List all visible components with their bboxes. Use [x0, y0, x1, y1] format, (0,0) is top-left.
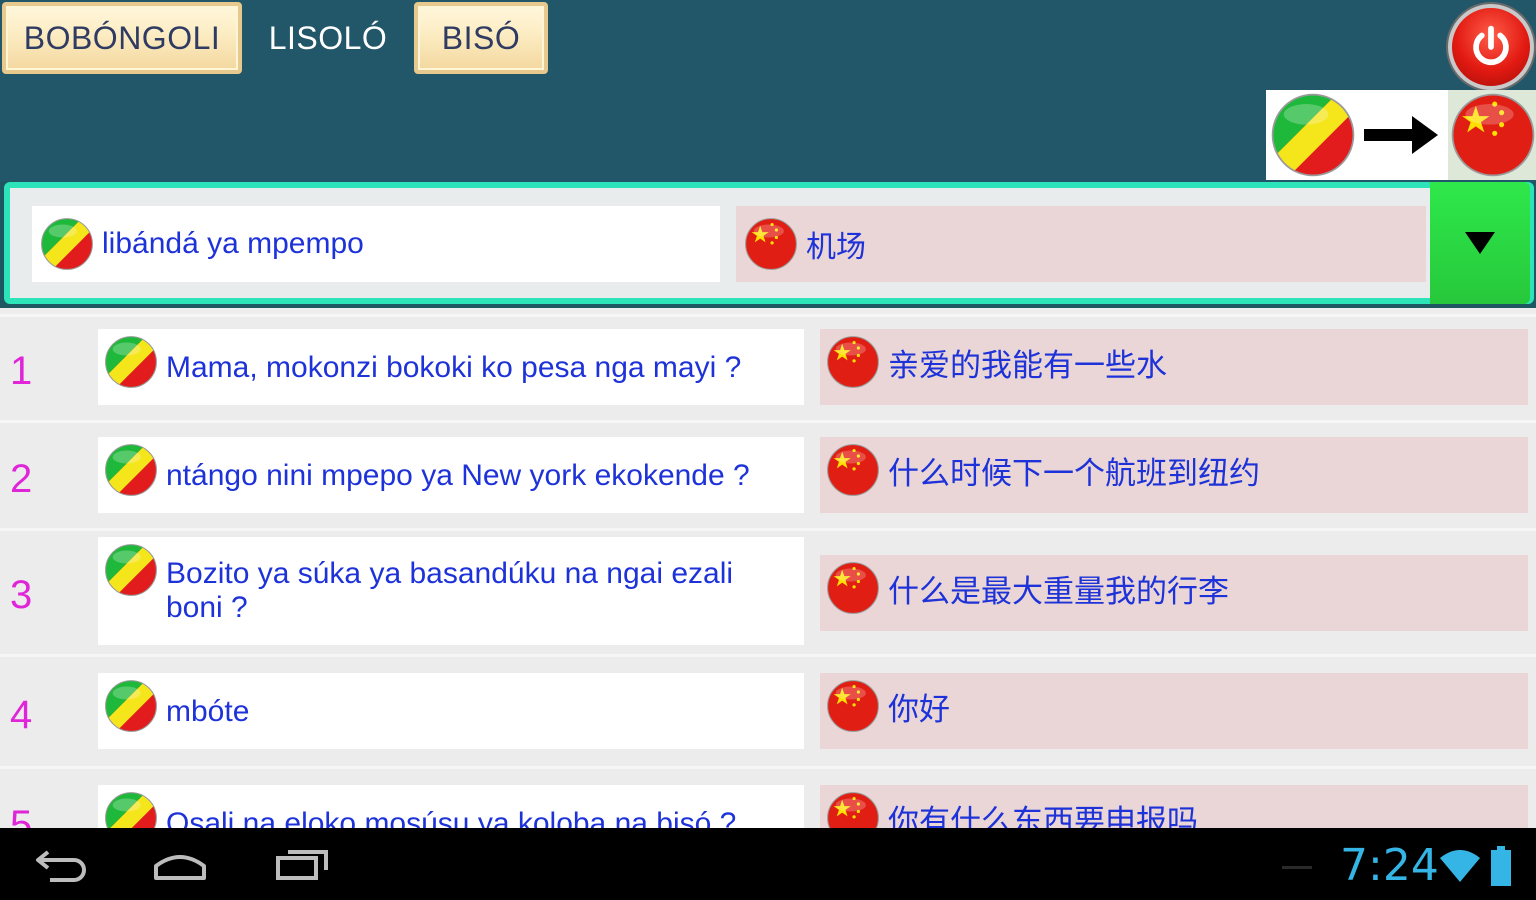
china-flag-icon — [826, 561, 880, 615]
china-flag-icon — [826, 335, 880, 389]
china-flag-icon — [1450, 92, 1536, 178]
divider — [1282, 866, 1312, 869]
phrase-number: 4 — [10, 693, 33, 737]
congo-flag-icon — [104, 679, 158, 733]
category-source-text: libándá ya mpempo — [102, 227, 364, 260]
home-icon[interactable] — [150, 844, 210, 884]
phrase-lingala[interactable]: Bozito ya súka ya basandúku na ngai ezal… — [98, 537, 804, 645]
category-target-text: 机场 — [806, 231, 866, 264]
list-item[interactable]: 2 ntángo nini mpepo ya New york ekokende… — [0, 420, 1536, 528]
tab-biso[interactable]: BISÓ — [414, 2, 548, 74]
phrase-list[interactable]: 1 Mama, mokonzi bokoki ko pesa nga mayi … — [0, 308, 1536, 828]
category-source: libándá ya mpempo — [32, 206, 720, 282]
app-header: BOBÓNGOLI LISOLÓ BISÓ — [0, 0, 1536, 182]
phrase-lingala[interactable]: Mama, mokonzi bokoki ko pesa nga mayi ? — [98, 329, 804, 405]
congo-flag-icon — [104, 443, 158, 497]
arrow-right-icon — [1364, 116, 1438, 154]
phrase-number: 1 — [10, 349, 33, 393]
phrase-lingala[interactable]: Osali na eloko mosúsu ya koloba na bisó … — [98, 785, 804, 828]
phrase-number: 5 — [10, 803, 33, 828]
category-selector[interactable]: libándá ya mpempo 机场 — [4, 182, 1534, 304]
phrase-lingala[interactable]: mbóte — [98, 673, 804, 749]
battery-icon — [1491, 846, 1511, 886]
congo-flag-icon — [40, 217, 94, 271]
china-flag-icon — [744, 217, 798, 271]
tab-label: LISOLÓ — [268, 19, 388, 56]
congo-flag-icon — [104, 335, 158, 389]
phrase-lingala[interactable]: ntángo nini mpepo ya New york ekokende ? — [98, 437, 804, 513]
phrase-lingala-text: Bozito ya súka ya basandúku na ngai ezal… — [166, 557, 734, 624]
target-language-flag — [1448, 90, 1536, 180]
phrase-chinese[interactable]: 亲爱的我能有一些水 — [820, 329, 1528, 405]
congo-flag-icon — [1270, 92, 1356, 178]
tab-lisolo[interactable]: LISOLÓ — [248, 2, 408, 74]
phrase-number: 2 — [10, 457, 33, 501]
language-direction-toggle[interactable] — [1266, 90, 1536, 180]
list-item[interactable]: 4 mbóte 你好 — [0, 654, 1536, 766]
phrase-chinese-text: 你有什么东西要申报吗 — [888, 804, 1198, 829]
phrase-chinese[interactable]: 你好 — [820, 673, 1528, 749]
tab-bobongoli[interactable]: BOBÓNGOLI — [2, 2, 242, 74]
phrase-chinese-text: 你好 — [888, 692, 950, 727]
phrase-number: 3 — [10, 573, 33, 617]
system-nav-bar: 7:24 — [0, 828, 1536, 900]
dropdown-button[interactable] — [1430, 182, 1530, 304]
phrase-lingala-text: Osali na eloko mosúsu ya koloba na bisó … — [166, 807, 737, 828]
tab-label: BISÓ — [441, 19, 521, 56]
china-flag-icon — [826, 443, 880, 497]
phrase-lingala-text: ntángo nini mpepo ya New york ekokende ? — [166, 459, 750, 492]
wifi-icon — [1440, 850, 1480, 882]
list-item[interactable]: 3 Bozito ya súka ya basandúku na ngai ez… — [0, 528, 1536, 654]
congo-flag-icon — [104, 543, 158, 597]
status-clock: 7:24 — [1340, 840, 1439, 891]
phrase-chinese-text: 什么是最大重量我的行李 — [888, 574, 1229, 609]
congo-flag-icon — [104, 791, 158, 828]
power-icon — [1473, 25, 1509, 66]
phrase-chinese[interactable]: 什么时候下一个航班到纽约 — [820, 437, 1528, 513]
back-icon[interactable] — [34, 844, 90, 884]
phrase-chinese-text: 什么时候下一个航班到纽约 — [888, 456, 1260, 491]
china-flag-icon — [826, 791, 880, 828]
tab-label: BOBÓNGOLI — [23, 19, 221, 56]
caret-down-icon — [1465, 232, 1495, 254]
phrase-chinese-text: 亲爱的我能有一些水 — [888, 348, 1167, 383]
phrase-chinese[interactable]: 你有什么东西要申报吗 — [820, 785, 1528, 828]
phrase-lingala-text: mbóte — [166, 695, 250, 728]
list-item[interactable]: 1 Mama, mokonzi bokoki ko pesa nga mayi … — [0, 314, 1536, 420]
china-flag-icon — [826, 679, 880, 733]
list-item[interactable]: 5 Osali na eloko mosúsu ya koloba na bis… — [0, 766, 1536, 828]
power-button[interactable] — [1448, 4, 1534, 90]
phrase-chinese[interactable]: 什么是最大重量我的行李 — [820, 555, 1528, 631]
category-target: 机场 — [736, 206, 1426, 282]
recent-apps-icon[interactable] — [274, 844, 330, 884]
phrase-lingala-text: Mama, mokonzi bokoki ko pesa nga mayi ? — [166, 351, 742, 384]
